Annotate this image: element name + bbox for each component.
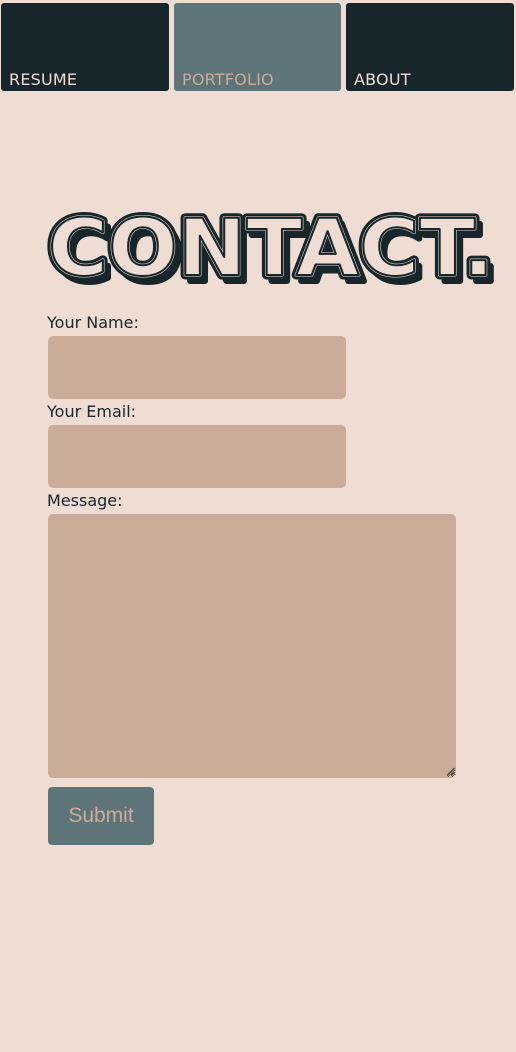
nav-tab-about-label: ABOUT <box>354 70 411 89</box>
submit-button[interactable]: Submit <box>48 787 154 845</box>
email-input[interactable] <box>48 425 346 488</box>
nav-tab-resume-label: RESUME <box>9 70 78 89</box>
page-title-inline: CONTACT. <box>48 210 494 294</box>
textarea-resize-grip-icon[interactable] <box>446 767 455 776</box>
email-label: Your Email: <box>47 402 137 421</box>
nav-tab-portfolio-label: PORTFOLIO <box>182 70 274 89</box>
message-textarea[interactable] <box>48 514 456 778</box>
name-label: Your Name: <box>47 313 139 332</box>
name-input[interactable] <box>48 336 346 399</box>
nav-tab-resume[interactable]: RESUME <box>1 3 169 91</box>
top-nav: RESUME PORTFOLIO ABOUT <box>1 3 514 91</box>
nav-tab-about[interactable]: ABOUT <box>346 3 514 91</box>
message-label: Message: <box>47 491 123 510</box>
page-title: CONTACT. CONTACT. CONTACT. CONTACT. <box>44 210 504 296</box>
nav-tab-portfolio[interactable]: PORTFOLIO <box>174 3 341 91</box>
page-title-svg: CONTACT. CONTACT. CONTACT. CONTACT. <box>44 210 502 296</box>
